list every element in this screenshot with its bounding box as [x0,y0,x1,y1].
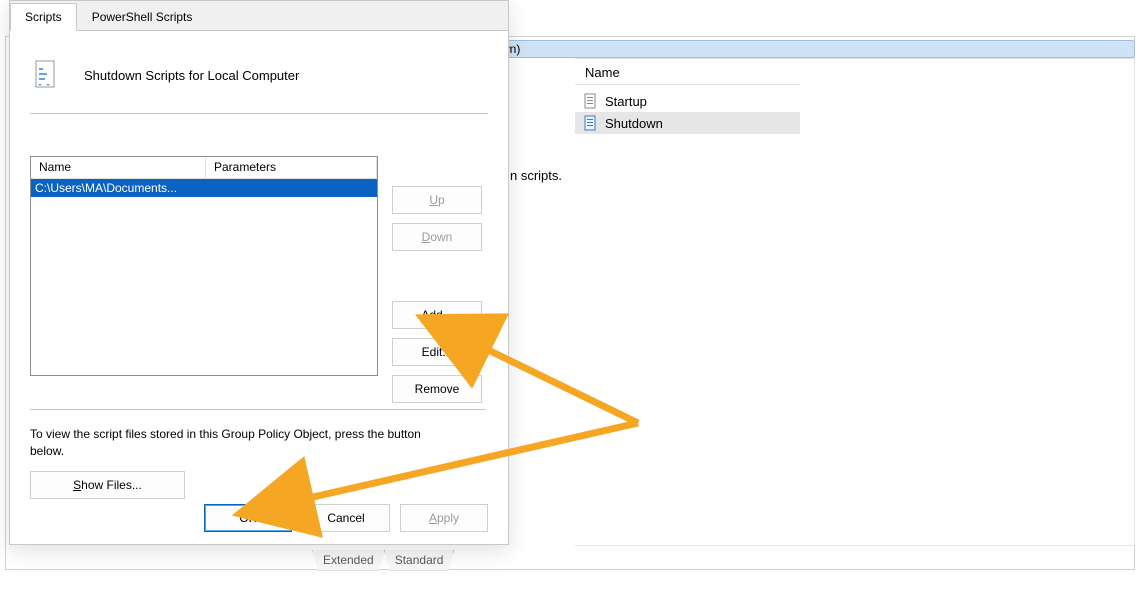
ok-label: OK [239,511,256,525]
tab-scripts[interactable]: Scripts [10,3,77,31]
scripts-list-header: Name Parameters [31,157,377,179]
script-row[interactable]: C:\Users\MA\Documents... [31,179,377,197]
tab-standard[interactable]: Standard [384,550,455,571]
ok-button[interactable]: OK [204,504,292,532]
mmc-column-header[interactable]: Name [575,60,800,85]
mmc-bottom-tabs: Extended Standard [312,548,453,572]
tab-scripts-label: Scripts [25,10,62,24]
dialog-title-row: Shutdown Scripts for Local Computer [30,59,488,91]
shutdown-properties-dialog: Scripts PowerShell Scripts Shutdown Scri… [9,0,509,545]
tab-extended[interactable]: Extended [312,550,385,571]
script-row-name: C:\Users\MA\Documents... [35,181,177,195]
dialog-body: Shutdown Scripts for Local Computer Name… [10,31,508,544]
col-name-label: Name [39,160,71,174]
mmc-desc-fragment: n scripts. [510,168,562,183]
edit-button[interactable]: Edit... [392,338,482,366]
divider [30,113,488,114]
divider [30,409,486,410]
col-parameters[interactable]: Parameters [206,157,377,178]
show-files-button[interactable]: Show Files... [30,471,185,499]
mmc-column-header-label: Name [585,65,620,80]
document-script-icon [30,59,62,91]
script-icon [583,115,599,131]
col-parameters-label: Parameters [214,160,276,174]
down-button-label: Down [422,230,453,244]
tab-powershell-label: PowerShell Scripts [92,10,193,24]
down-button[interactable]: Down [392,223,482,251]
remove-button-label: Remove [415,382,460,396]
edit-button-label: Edit... [422,345,453,359]
hint-text: To view the script files stored in this … [30,426,450,460]
tab-extended-label: Extended [323,553,374,567]
cancel-label: Cancel [327,511,364,525]
cancel-button[interactable]: Cancel [302,504,390,532]
mmc-row-shutdown[interactable]: Shutdown [575,112,800,134]
scripts-list[interactable]: Name Parameters C:\Users\MA\Documents... [30,156,378,376]
script-icon [583,93,599,109]
show-files-label: Show Files... [73,478,142,492]
col-name[interactable]: Name [31,157,206,178]
tab-standard-label: Standard [395,553,444,567]
tab-powershell-scripts[interactable]: PowerShell Scripts [77,3,208,31]
dialog-footer: OK Cancel Apply [10,504,508,532]
add-button[interactable]: Add... [392,301,482,329]
mmc-row-label: Startup [605,94,647,109]
up-button-label: Up [429,193,444,207]
dialog-title: Shutdown Scripts for Local Computer [84,68,299,83]
up-button[interactable]: Up [392,186,482,214]
mmc-row-startup[interactable]: Startup [575,90,800,112]
remove-button[interactable]: Remove [392,375,482,403]
apply-label: Apply [429,511,459,525]
apply-button[interactable]: Apply [400,504,488,532]
dialog-tabstrip: Scripts PowerShell Scripts [10,1,508,31]
add-button-label: Add... [421,308,452,322]
mmc-row-label: Shutdown [605,116,663,131]
list-side-buttons: Up Down Add... Edit... Remove [392,186,482,403]
